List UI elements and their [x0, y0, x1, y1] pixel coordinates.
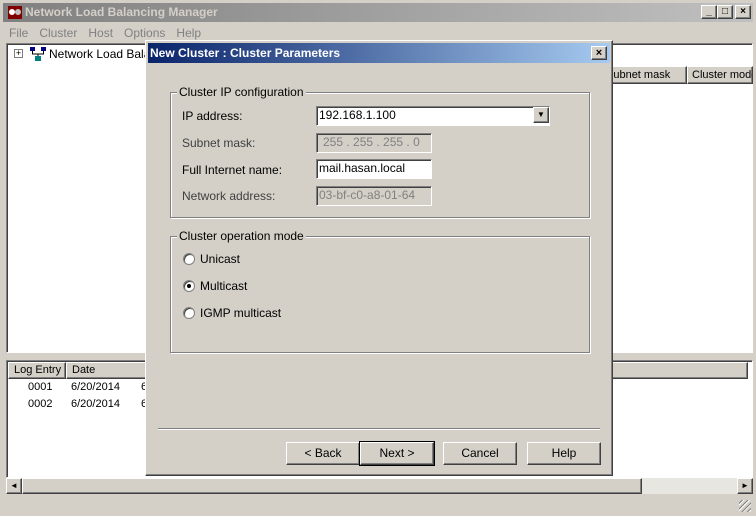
host-list-pane[interactable]: Subnet mask Cluster mode [600, 43, 753, 353]
ip-address-label: IP address: [182, 109, 243, 123]
log-date-cell: 6/20/2014 [71, 381, 120, 393]
menu-cluster[interactable]: Cluster [33, 23, 82, 40]
menu-file[interactable]: File [3, 23, 33, 40]
igmp-multicast-radio[interactable] [183, 307, 195, 319]
main-title-bar[interactable]: Network Load Balancing Manager _ □ × [3, 3, 753, 22]
unicast-radio[interactable] [183, 253, 195, 265]
log-entry-cell: 0002 [28, 398, 53, 410]
horizontal-scrollbar[interactable]: ◄ ► [6, 478, 753, 494]
menu-help[interactable]: Help [170, 23, 206, 40]
back-button[interactable]: < Back [286, 442, 360, 465]
cluster-tree-pane[interactable]: + Network Load Balancing Clusters [6, 43, 226, 353]
cluster-ip-group: Cluster IP configuration IP address: 192… [170, 85, 590, 218]
resize-grip-icon[interactable] [739, 500, 751, 512]
menu-host[interactable]: Host [82, 23, 118, 40]
multicast-label[interactable]: Multicast [200, 279, 247, 293]
close-button[interactable]: × [735, 5, 751, 19]
cluster-parameters-dialog: New Cluster : Cluster Parameters × Clust… [145, 40, 613, 476]
ip-address-value: 192.168.1.100 [319, 108, 396, 122]
column-log-entry[interactable]: Log Entry [8, 362, 66, 379]
dialog-title: New Cluster : Cluster Parameters [150, 46, 341, 60]
scroll-thumb[interactable] [22, 478, 642, 494]
igmp-multicast-label[interactable]: IGMP multicast [200, 306, 281, 320]
next-button[interactable]: Next > [359, 441, 435, 466]
nlb-app-icon [8, 6, 22, 19]
log-date-cell: 6/20/2014 [71, 398, 120, 410]
ip-address-combo[interactable]: 192.168.1.100 ▼ [316, 106, 550, 126]
network-address-label: Network address: [182, 189, 276, 203]
cancel-button[interactable]: Cancel [443, 442, 517, 465]
unicast-label[interactable]: Unicast [200, 252, 240, 266]
scroll-left-icon[interactable]: ◄ [6, 478, 22, 494]
multicast-radio[interactable] [183, 280, 195, 292]
scroll-right-icon[interactable]: ► [737, 478, 753, 494]
ip-group-legend: Cluster IP configuration [177, 85, 306, 99]
chevron-down-icon[interactable]: ▼ [533, 107, 549, 123]
mode-group-legend: Cluster operation mode [177, 229, 306, 243]
expand-icon[interactable]: + [14, 49, 23, 58]
subnet-mask-label: Subnet mask: [182, 136, 256, 150]
minimize-button[interactable]: _ [701, 5, 717, 19]
log-entry-cell: 0001 [28, 381, 53, 393]
full-internet-name-field[interactable]: mail.hasan.local [316, 159, 432, 179]
column-subnet-mask[interactable]: Subnet mask [601, 66, 687, 84]
dialog-close-button[interactable]: × [591, 46, 607, 60]
network-address-field: 03-bf-c0-a8-01-64 [316, 186, 432, 206]
status-bar [3, 496, 753, 514]
cluster-operation-mode-group: Cluster operation mode Unicast Multicast… [170, 229, 590, 353]
full-internet-name-label: Full Internet name: [182, 163, 283, 177]
column-date[interactable]: Date [66, 362, 148, 379]
maximize-button[interactable]: □ [717, 5, 733, 19]
subnet-mask-field: 255 . 255 . 255 . 0 [316, 133, 432, 153]
menu-options[interactable]: Options [118, 23, 170, 40]
app-title: Network Load Balancing Manager [25, 5, 218, 19]
column-cluster-mode[interactable]: Cluster mode [687, 66, 753, 84]
dialog-title-bar[interactable]: New Cluster : Cluster Parameters × [148, 43, 610, 63]
cluster-icon [30, 47, 46, 61]
button-separator [158, 428, 600, 430]
help-button[interactable]: Help [527, 442, 601, 465]
